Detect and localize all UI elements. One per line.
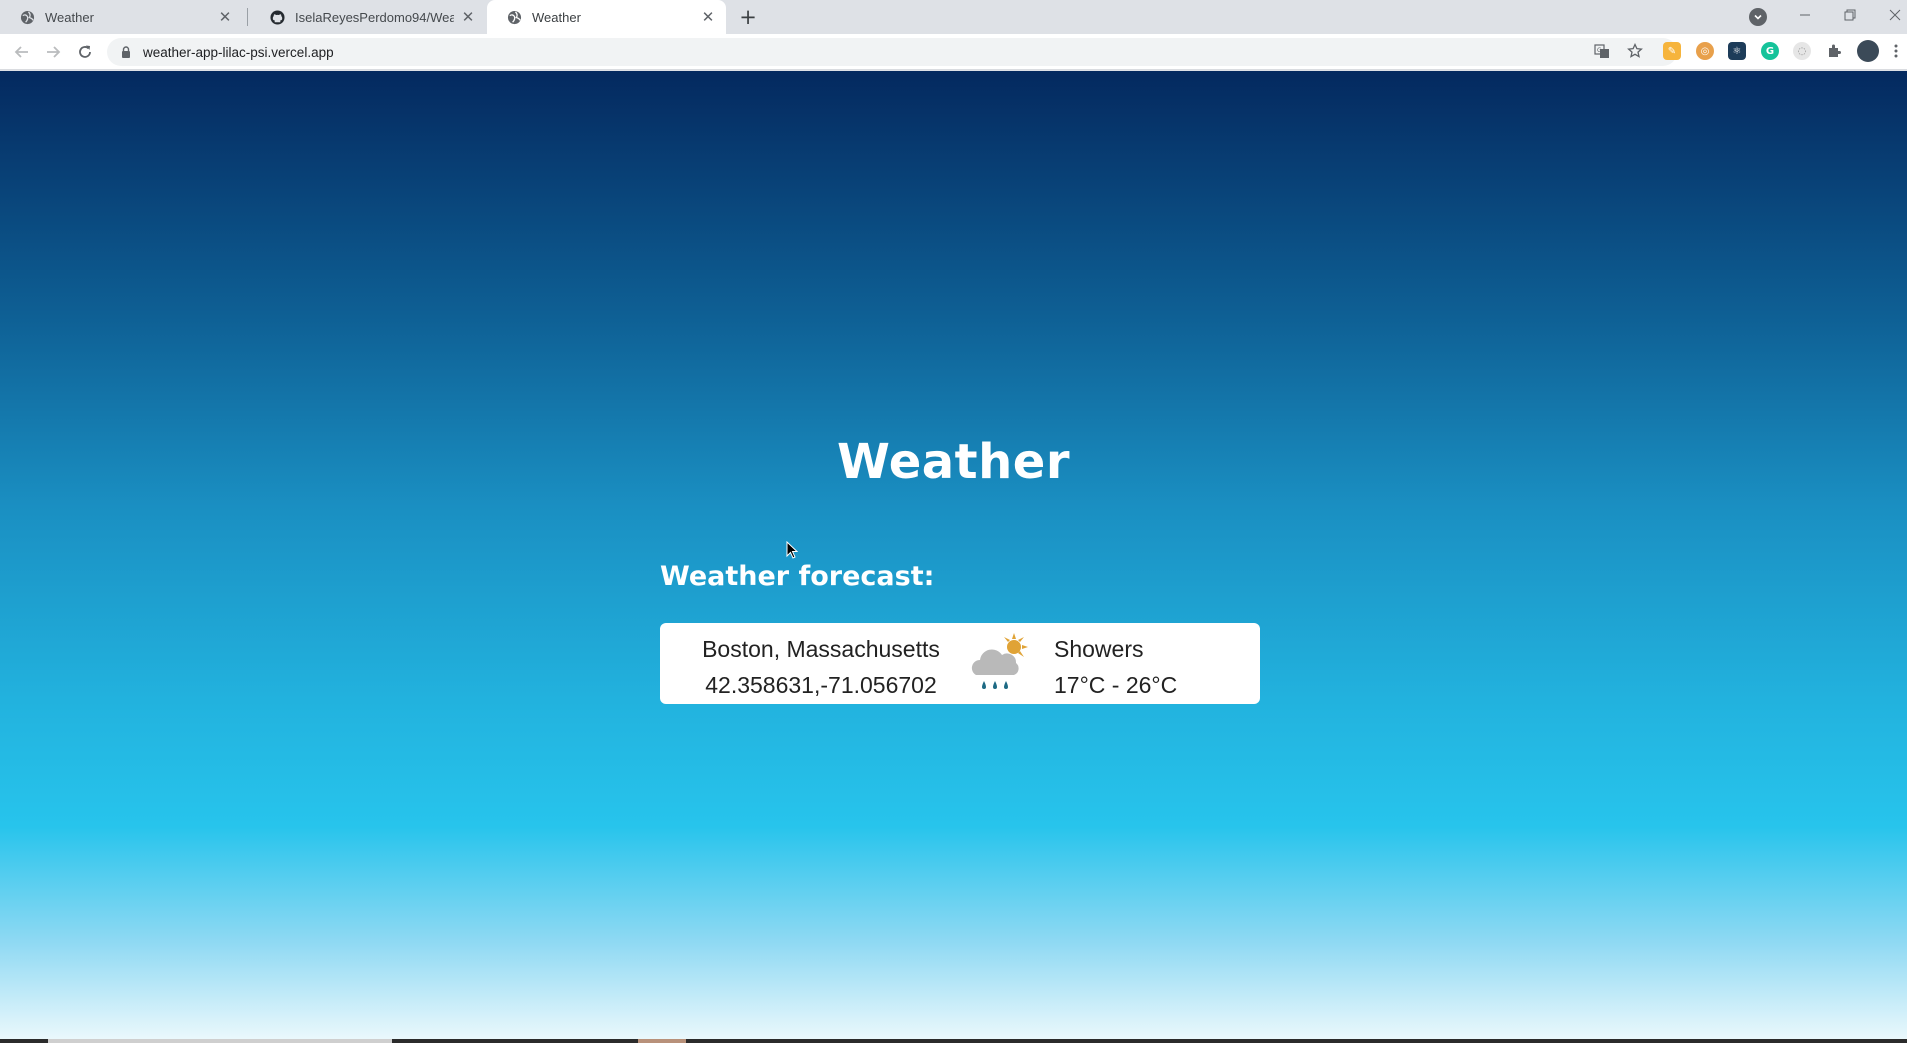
tab-weather-1[interactable]: Weather ✕ <box>0 0 243 34</box>
extension-pencil-icon[interactable]: ✎ <box>1663 42 1681 60</box>
back-icon[interactable] <box>10 40 34 64</box>
tab-weather-active[interactable]: Weather ✕ <box>487 0 726 34</box>
reload-icon[interactable] <box>73 40 97 64</box>
tab-separator <box>247 8 248 26</box>
tab-strip: Weather ✕ IselaReyesPerdomo94/Weather-a … <box>0 0 1907 34</box>
profile-avatar[interactable] <box>1857 40 1879 62</box>
tab-search-icon[interactable] <box>1749 8 1767 26</box>
browser-toolbar: weather-app-lilac-psi.vercel.app G ✎ ◎ ⚛… <box>0 34 1907 70</box>
more-menu-icon[interactable] <box>1889 40 1903 62</box>
url-text: weather-app-lilac-psi.vercel.app <box>143 44 334 60</box>
forecast-condition-block: Showers 17°C - 26°C <box>1054 631 1177 703</box>
extension-orange-icon[interactable]: ◎ <box>1696 42 1714 60</box>
extensions-puzzle-icon[interactable] <box>1825 42 1843 60</box>
extension-circle-icon[interactable]: ◌ <box>1793 42 1811 60</box>
new-tab-button[interactable]: + <box>736 5 760 29</box>
grammarly-icon[interactable]: G <box>1761 42 1779 60</box>
lock-icon[interactable] <box>119 45 133 59</box>
page-title: Weather <box>836 434 1071 490</box>
forecast-heading: Weather forecast: <box>660 561 935 592</box>
translate-icon[interactable]: G <box>1591 40 1613 62</box>
tab-title: Weather <box>532 9 581 25</box>
forecast-card: Boston, Massachusetts 42.358631,-71.0567… <box>660 623 1260 704</box>
minimize-icon[interactable] <box>1790 4 1820 26</box>
globe-icon <box>20 10 35 25</box>
window-close-icon[interactable] <box>1880 4 1907 26</box>
close-icon[interactable]: ✕ <box>700 8 716 26</box>
cloud-rain-sun-icon <box>970 631 1034 697</box>
react-devtools-icon[interactable]: ⚛ <box>1728 42 1746 60</box>
bookmark-star-icon[interactable] <box>1624 40 1646 62</box>
globe-icon <box>507 10 522 25</box>
restore-icon[interactable] <box>1835 4 1865 26</box>
tab-title: IselaReyesPerdomo94/Weather-a <box>295 9 454 25</box>
svg-text:G: G <box>1597 47 1602 54</box>
tab-github[interactable]: IselaReyesPerdomo94/Weather-a ✕ <box>250 0 486 34</box>
forecast-location-block: Boston, Massachusetts 42.358631,-71.0567… <box>696 631 946 703</box>
address-bar[interactable]: weather-app-lilac-psi.vercel.app <box>107 38 1677 66</box>
close-icon[interactable]: ✕ <box>460 8 476 26</box>
temperature-range: 17°C - 26°C <box>1054 672 1178 698</box>
page-viewport: Weather Weather forecast: Boston, Massac… <box>0 71 1907 1039</box>
condition-text: Showers <box>1054 636 1144 662</box>
close-icon[interactable]: ✕ <box>217 8 233 26</box>
location-name: Boston, Massachusetts <box>702 636 940 662</box>
forward-icon[interactable] <box>41 40 65 64</box>
taskbar-strip <box>0 1039 1907 1043</box>
location-coordinates: 42.358631,-71.056702 <box>705 672 937 698</box>
github-icon <box>270 9 285 25</box>
tab-title: Weather <box>45 9 94 25</box>
mouse-cursor <box>786 540 799 559</box>
